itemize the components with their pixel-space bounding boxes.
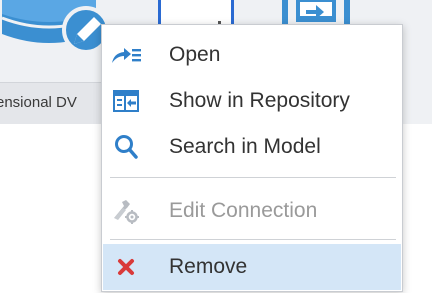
menu-item-label: Show in Repository [169,89,350,112]
show-in-repository-icon [107,86,145,116]
remove-x-icon [107,252,145,282]
menu-item-open[interactable]: Open [103,32,401,78]
menu-separator [110,239,396,240]
edit-connection-gear-icon [107,196,145,226]
tile-caption-text: ensional DV [0,94,77,111]
menu-item-remove[interactable]: Remove [103,244,401,290]
menu-separator [110,177,396,178]
menu-item-label: Open [169,43,221,66]
search-icon [107,132,145,162]
menu-item-edit-connection[interactable]: Edit Connection [103,188,401,234]
menu-item-search-in-model[interactable]: Search in Model [103,124,401,170]
menu-item-label: Remove [169,255,248,278]
context-menu: Open Show in Repository Search in Model … [101,24,403,292]
menu-item-label: Search in Model [169,135,321,158]
menu-item-show-in-repository[interactable]: Show in Repository [103,78,401,124]
canvas: ensional DV Open Show in Repository Sear… [0,0,432,293]
menu-item-label: Edit Connection [169,199,318,222]
open-arrow-icon [107,40,145,70]
